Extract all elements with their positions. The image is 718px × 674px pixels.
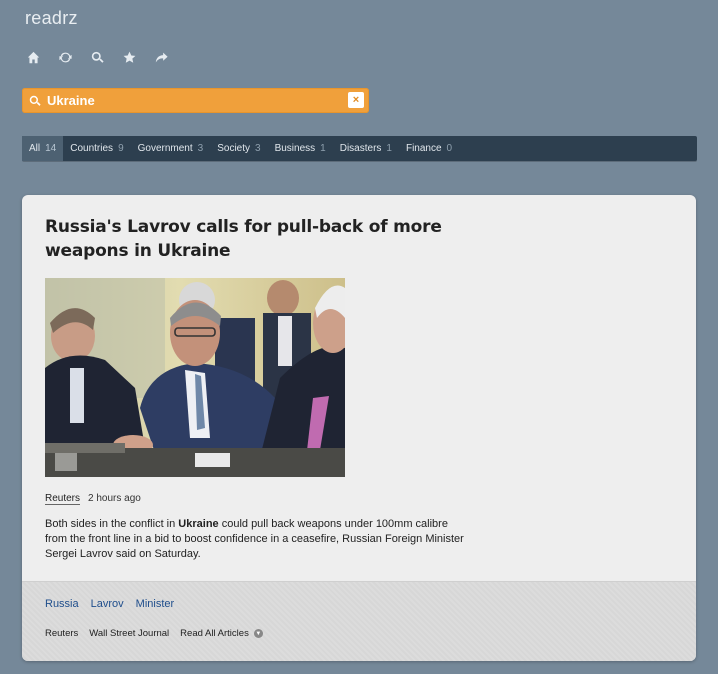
tab-disasters[interactable]: Disasters 1 xyxy=(333,136,399,161)
app-title: readrz xyxy=(25,8,78,28)
tab-label: Government xyxy=(137,143,193,154)
article-photo[interactable] xyxy=(45,278,345,477)
refresh-button[interactable] xyxy=(59,49,91,65)
refresh-icon xyxy=(59,52,72,62)
tab-countries[interactable]: Countries 9 xyxy=(63,136,130,161)
tab-finance[interactable]: Finance 0 xyxy=(399,136,459,161)
search-icon xyxy=(91,51,104,63)
tag-minister[interactable]: Minister xyxy=(136,598,175,610)
tag-russia[interactable]: Russia xyxy=(45,598,79,610)
tab-label: All xyxy=(29,143,41,154)
tab-count: 1 xyxy=(386,143,392,154)
share-icon xyxy=(155,52,168,62)
tag-lavrov[interactable]: Lavrov xyxy=(91,598,124,610)
tab-label: Society xyxy=(217,143,251,154)
summary-search-highlight: Ukraine xyxy=(178,518,219,530)
chevron-down-icon: ▼ xyxy=(253,629,263,638)
search-button[interactable] xyxy=(91,49,123,65)
tab-count: 9 xyxy=(118,143,124,154)
tab-government[interactable]: Government 3 xyxy=(131,136,211,161)
search-field[interactable]: Ukraine × xyxy=(22,88,369,113)
home-icon xyxy=(27,51,40,63)
article-footer: Russia Lavrov Minister Reuters Wall Stre… xyxy=(22,581,696,661)
category-tabs: All 14 Countries 9 Government 3 Society 3 Bu… xyxy=(22,136,697,161)
tab-label: Finance xyxy=(405,143,442,154)
tab-label: Disasters xyxy=(339,143,382,154)
source-link-reuters[interactable]: Reuters xyxy=(45,628,78,639)
tab-count: 1 xyxy=(320,143,326,154)
article-timestamp: 2 hours ago xyxy=(88,493,141,504)
tab-count: 3 xyxy=(255,143,261,154)
toolbar xyxy=(27,49,187,65)
read-all-label: Read All Articles xyxy=(180,628,249,639)
article-meta: Reuters 2 hours ago xyxy=(45,493,141,505)
tab-label: Countries xyxy=(70,143,114,154)
star-icon xyxy=(123,51,136,63)
tab-all[interactable]: All 14 xyxy=(22,136,64,161)
article-summary: Both sides in the conflict in Ukraine co… xyxy=(45,517,465,562)
article-source-link[interactable]: Reuters xyxy=(45,493,81,505)
tab-count: 3 xyxy=(197,143,204,154)
favorites-button[interactable] xyxy=(123,49,155,65)
clear-search-button[interactable]: × xyxy=(348,92,364,108)
tag-list: Russia Lavrov Minister xyxy=(45,598,174,610)
search-query[interactable]: Ukraine xyxy=(47,93,95,108)
article-card: Russia's Lavrov calls for pull-back of m… xyxy=(22,195,696,661)
share-button[interactable] xyxy=(155,49,187,65)
home-button[interactable] xyxy=(27,49,59,65)
source-link-wsj[interactable]: Wall Street Journal xyxy=(89,628,169,639)
tab-society[interactable]: Society 3 xyxy=(210,136,267,161)
article-headline[interactable]: Russia's Lavrov calls for pull-back of m… xyxy=(45,215,465,263)
search-icon xyxy=(29,94,43,108)
tab-count: 14 xyxy=(45,143,57,154)
source-list: Reuters Wall Street Journal Read All Art… xyxy=(45,628,263,639)
tab-label: Business xyxy=(274,143,316,154)
summary-text-start: Both sides in the conflict in xyxy=(45,518,179,530)
tab-business[interactable]: Business 1 xyxy=(268,136,333,161)
read-all-articles-button[interactable]: Read All Articles ▼ xyxy=(180,628,263,639)
tab-count: 0 xyxy=(446,143,453,154)
